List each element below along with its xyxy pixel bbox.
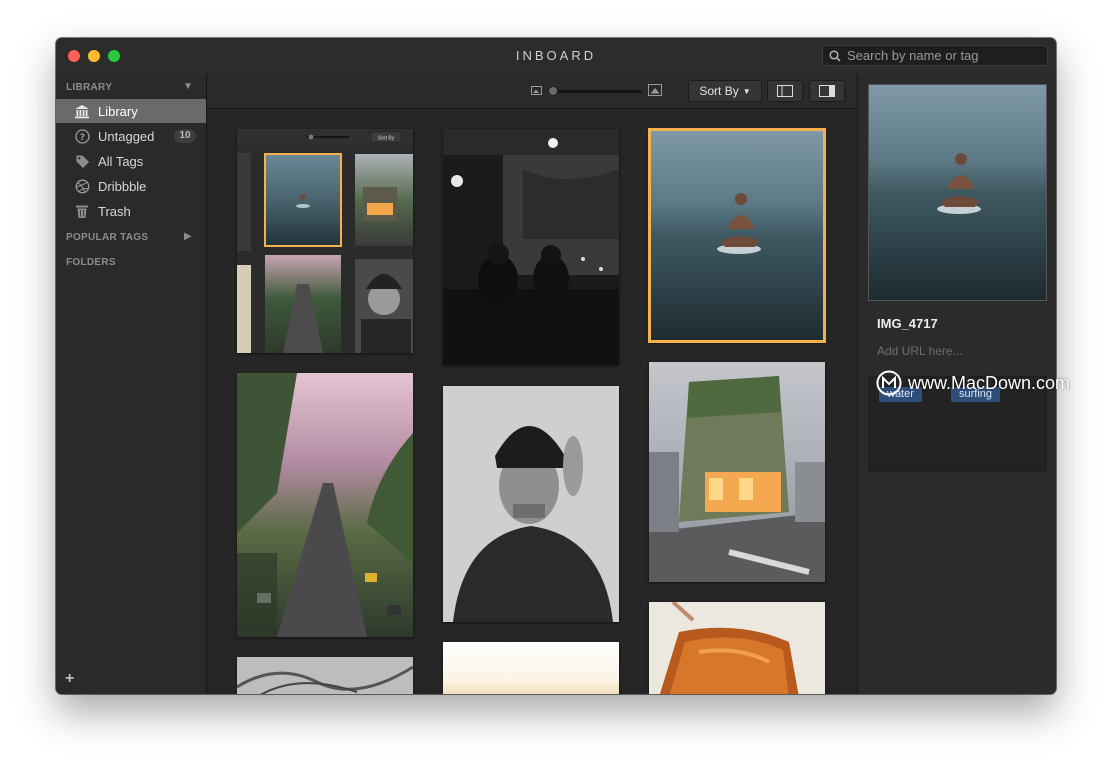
toggle-sidebar-button[interactable]	[767, 80, 803, 102]
sidebar-item-label: Library	[98, 103, 138, 119]
search-input[interactable]	[845, 47, 1039, 64]
photo-tree-road[interactable]	[237, 373, 413, 637]
photo-image	[443, 642, 619, 694]
sidebar-item-label: All Tags	[98, 153, 144, 169]
sidebar-item-dribbble[interactable]: Dribbble	[56, 174, 206, 198]
folders-section-header[interactable]: FOLDERS	[66, 257, 116, 268]
sidebar-item-label: Untagged	[98, 128, 155, 144]
add-folder-button[interactable]: +	[65, 670, 74, 688]
photo-branches[interactable]	[237, 657, 413, 694]
macdown-logo-icon	[876, 370, 902, 396]
library-section-header[interactable]: LIBRARY	[66, 82, 112, 93]
url-input[interactable]	[877, 344, 1037, 358]
toggle-detail-pane-button[interactable]	[809, 80, 845, 102]
sidebar-item-untagged[interactable]: ? Untagged 10	[56, 124, 206, 148]
photo-image: Sort By	[237, 129, 413, 353]
trash-icon	[74, 203, 90, 219]
photo-image	[869, 85, 1046, 300]
detail-preview-image	[868, 84, 1047, 301]
thumbnail-sort-text: Sort By	[378, 136, 395, 142]
toolbar: Sort By ▼	[207, 74, 856, 109]
left-panel-icon	[777, 85, 793, 97]
app-window: INBOARD LIBRARY ▼ Libra	[56, 38, 1056, 694]
photo-surfer-selected[interactable]	[648, 128, 826, 343]
chevron-down-icon: ▼	[742, 86, 751, 96]
photo-image	[649, 602, 825, 694]
sidebar-item-label: Trash	[98, 203, 131, 219]
photo-image	[443, 386, 619, 622]
photo-grid: Sort By	[207, 109, 856, 694]
photo-image	[649, 129, 825, 342]
thumbnail-size-slider-track[interactable]	[548, 90, 642, 93]
sidebar-item-trash[interactable]: Trash	[56, 199, 206, 223]
large-thumbnail-icon[interactable]	[648, 84, 662, 96]
untagged-count-badge: 10	[174, 129, 196, 143]
photo-grilled-cheese[interactable]	[649, 602, 825, 694]
sidebar-item-label: Dribbble	[98, 178, 147, 194]
search-box[interactable]	[822, 45, 1048, 66]
tag-icon	[74, 153, 90, 169]
photo-light[interactable]	[443, 642, 619, 694]
thumbnail-size-slider-knob[interactable]	[548, 86, 558, 96]
title-bar: INBOARD	[56, 38, 1056, 75]
watermark-text: www.MacDown.com	[908, 372, 1071, 393]
dribbble-icon	[74, 178, 90, 194]
watermark: www.MacDown.com	[876, 370, 1070, 396]
photo-image	[649, 362, 825, 582]
question-icon: ?	[74, 128, 90, 144]
small-thumbnail-icon[interactable]	[531, 86, 542, 95]
photo-paris-cafe[interactable]	[649, 362, 825, 582]
photo-screenshot[interactable]: Sort By	[237, 129, 413, 353]
photo-portrait[interactable]	[443, 386, 619, 622]
sidebar-item-all-tags[interactable]: All Tags	[56, 149, 206, 173]
expand-arrow-icon[interactable]: ▶	[184, 231, 192, 242]
right-panel-icon	[819, 85, 835, 97]
library-icon	[74, 103, 90, 119]
svg-text:?: ?	[79, 133, 84, 143]
popular-tags-section-header[interactable]: POPULAR TAGS	[66, 232, 148, 243]
photo-bar-scene[interactable]	[443, 129, 619, 365]
sidebar: LIBRARY ▼ Library ? Untagged 10 All Tags…	[56, 74, 207, 694]
photo-image	[237, 657, 413, 694]
search-icon	[829, 49, 841, 62]
photo-image	[443, 129, 619, 365]
sort-by-button[interactable]: Sort By ▼	[688, 80, 762, 102]
photo-image	[237, 373, 413, 637]
image-name[interactable]: IMG_4717	[877, 316, 938, 331]
collapse-arrow-icon[interactable]: ▼	[183, 81, 193, 92]
sidebar-item-library[interactable]: Library	[56, 99, 206, 123]
sort-by-label: Sort By	[699, 84, 739, 98]
